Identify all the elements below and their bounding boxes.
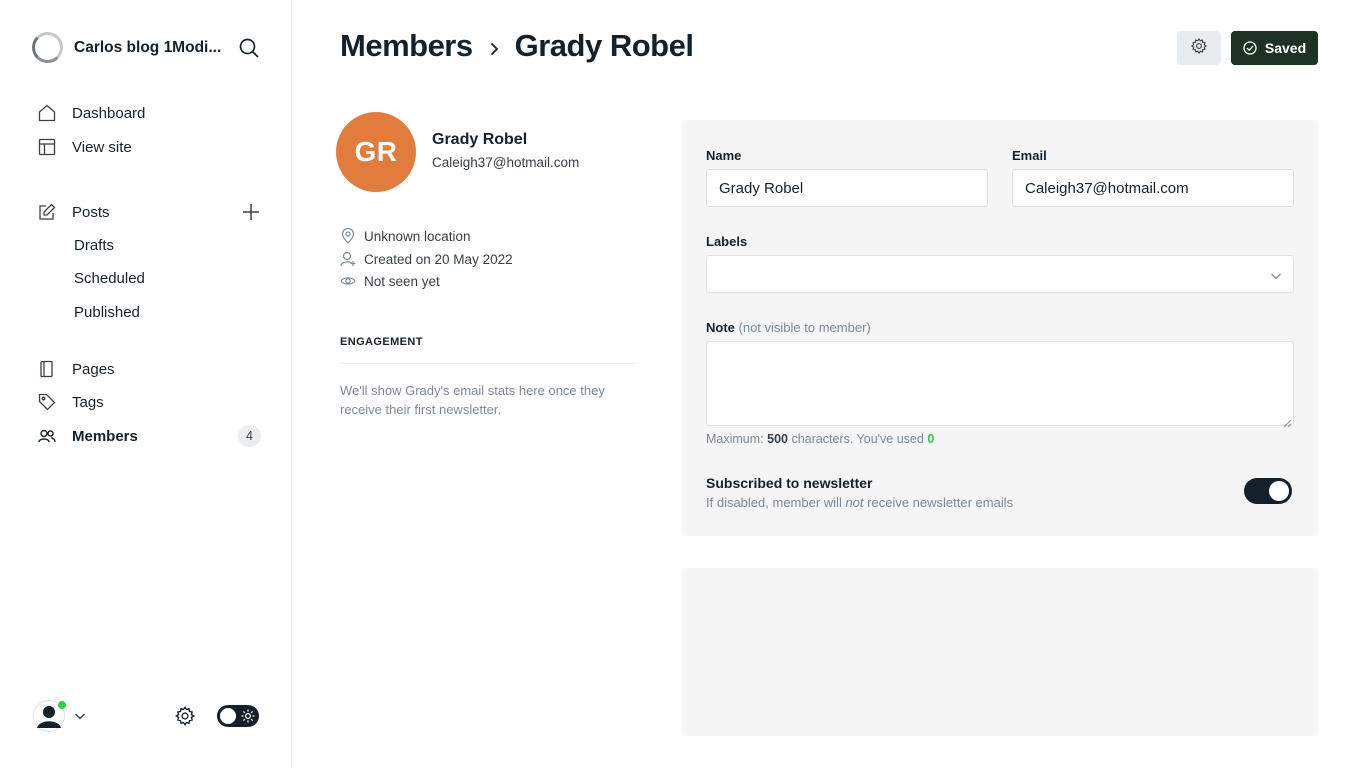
- chevron-down-icon[interactable]: [74, 709, 86, 721]
- sidebar-item-pages[interactable]: Pages: [38, 358, 115, 380]
- labels-select[interactable]: [706, 255, 1294, 293]
- search-icon[interactable]: [238, 37, 260, 59]
- newsletter-description: If disabled, member will not receive new…: [706, 495, 1014, 510]
- divider: [340, 363, 635, 364]
- gear-icon[interactable]: [174, 705, 196, 727]
- save-button[interactable]: Saved: [1231, 31, 1318, 65]
- sidebar-item-label: Posts: [72, 203, 110, 221]
- labels-label: Labels: [706, 234, 748, 249]
- gear-icon: [1190, 37, 1208, 60]
- site-logo: [32, 32, 63, 63]
- members-icon: [38, 427, 56, 445]
- engagement-heading: ENGAGEMENT: [340, 336, 423, 348]
- newsletter-title: Subscribed to newsletter: [706, 475, 873, 491]
- sidebar-item-tags[interactable]: Tags: [38, 391, 104, 413]
- chevron-right-icon: [487, 42, 501, 56]
- edit-icon: [38, 203, 56, 221]
- member-actions-button[interactable]: [1177, 31, 1221, 65]
- sidebar-item-scheduled[interactable]: Scheduled: [74, 268, 145, 290]
- name-field[interactable]: Grady Robel: [706, 169, 988, 207]
- sidebar-item-label: Tags: [72, 393, 104, 411]
- engagement-empty-text: We'll show Grady's email stats here once…: [340, 383, 605, 417]
- user-add-icon: [340, 251, 356, 267]
- check-circle-icon: [1243, 41, 1257, 55]
- activity-panel: [682, 568, 1318, 736]
- location-pin-icon: [340, 228, 356, 244]
- note-textarea[interactable]: [706, 341, 1294, 428]
- breadcrumb-members-link[interactable]: Members: [340, 28, 473, 64]
- sidebar-item-label: Members: [72, 427, 138, 445]
- save-button-label: Saved: [1264, 40, 1307, 56]
- sidebar-item-label: Pages: [72, 360, 115, 378]
- member-name: Grady Robel: [432, 131, 528, 148]
- sidebar-item-published[interactable]: Published: [74, 302, 140, 324]
- email-field[interactable]: Caleigh37@hotmail.com: [1012, 169, 1294, 207]
- newsletter-toggle[interactable]: [1244, 478, 1292, 504]
- toggle-knob: [220, 708, 236, 724]
- resize-handle-icon[interactable]: [1283, 415, 1292, 428]
- sun-icon: [241, 709, 255, 723]
- site-title: Carlos blog 1Modi...: [74, 38, 222, 56]
- email-label: Email: [1012, 148, 1047, 163]
- page-icon: [38, 360, 56, 378]
- note-label: Note (not visible to member): [706, 320, 871, 335]
- site-brand[interactable]: Carlos blog 1Modi...: [32, 32, 224, 63]
- sidebar-item-members[interactable]: Members: [38, 425, 138, 447]
- page-title: Grady Robel: [514, 28, 694, 63]
- online-status-dot: [57, 700, 67, 710]
- name-label: Name: [706, 148, 742, 163]
- tag-icon: [38, 393, 56, 411]
- note-hint: (not visible to member): [738, 320, 871, 335]
- chevron-down-icon: [1270, 269, 1282, 281]
- member-email: Caleigh37@hotmail.com: [432, 155, 580, 170]
- member-last-seen: Not seen yet: [340, 273, 440, 289]
- eye-icon: [340, 273, 356, 289]
- member-location: Unknown location: [340, 228, 471, 244]
- plus-icon[interactable]: [241, 202, 261, 222]
- note-character-count: Maximum: 500 characters. You've used 0: [706, 432, 935, 446]
- members-count-badge: 4: [238, 425, 261, 447]
- sidebar-item-drafts[interactable]: Drafts: [74, 235, 114, 257]
- sidebar-item-label: View site: [72, 138, 132, 156]
- sidebar-item-posts[interactable]: Posts: [38, 201, 110, 223]
- sidebar-item-dashboard[interactable]: Dashboard: [38, 102, 145, 124]
- member-created: Created on 20 May 2022: [340, 251, 513, 267]
- layout-icon: [38, 138, 56, 156]
- breadcrumb: Members Grady Robel: [340, 28, 694, 64]
- member-avatar: GR: [336, 112, 416, 192]
- toggle-knob: [1269, 481, 1289, 501]
- home-icon: [38, 104, 56, 122]
- theme-toggle[interactable]: [217, 705, 259, 727]
- sidebar-item-label: Dashboard: [72, 104, 146, 122]
- sidebar-item-view-site[interactable]: View site: [38, 136, 132, 158]
- sidebar: Carlos blog 1Modi... Dashboard View site…: [0, 0, 292, 768]
